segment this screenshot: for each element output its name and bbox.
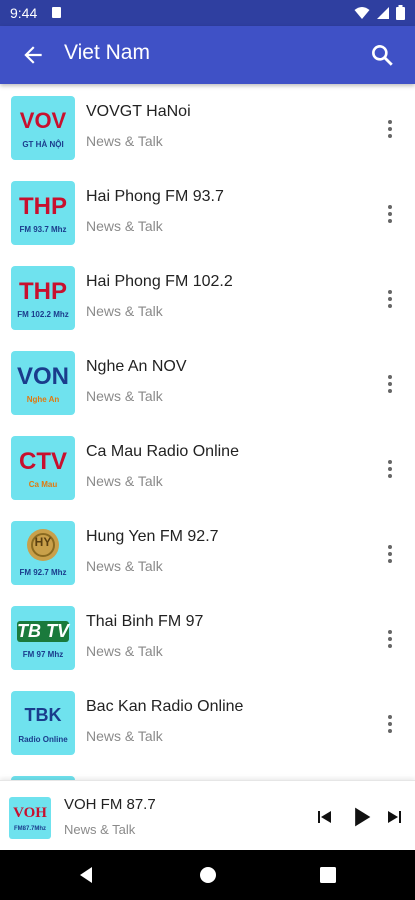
logo-subtext: FM 93.7 Mhz <box>19 225 67 234</box>
station-name: Hung Yen FM 92.7 <box>86 528 219 545</box>
station-row[interactable]: CTV Ca Mau Ca Mau Radio Online News & Ta… <box>0 424 415 509</box>
station-row[interactable]: VON Nghe An Nghe An NOV News & Talk <box>0 339 415 424</box>
station-name: Hai Phong FM 102.2 <box>86 273 233 290</box>
station-row[interactable]: THP FM 102.2 Mhz Hai Phong FM 102.2 News… <box>0 254 415 339</box>
player-logo-subtext: FM87.7Mhz <box>13 826 46 832</box>
station-list: VOV GT HÀ NỘI VOVGT HaNoi News & Talk TH… <box>0 84 415 780</box>
logo-text: HY <box>34 535 52 549</box>
logo-text: TB TV <box>17 621 69 642</box>
wifi-icon <box>354 6 370 19</box>
app-bar: Viet Nam <box>0 26 415 84</box>
station-category: News & Talk <box>86 558 163 574</box>
play-icon[interactable] <box>347 803 375 831</box>
nav-recents-icon[interactable] <box>317 864 339 886</box>
nav-home-icon[interactable] <box>197 864 219 886</box>
sd-card-icon <box>52 7 61 18</box>
logo-subtext: FM 102.2 Mhz <box>17 310 69 319</box>
logo-subtext: Radio Online <box>18 735 68 744</box>
nav-back-icon[interactable] <box>76 864 98 886</box>
logo-text: VON <box>16 363 69 390</box>
page-title: Viet Nam <box>64 41 150 64</box>
signal-icon <box>377 6 389 19</box>
search-icon[interactable] <box>369 42 395 68</box>
station-name: Ca Mau Radio Online <box>86 443 239 460</box>
logo-text: CTV <box>19 448 67 475</box>
station-name: Bac Kan Radio Online <box>86 698 244 715</box>
more-vert-icon[interactable] <box>380 542 400 566</box>
logo-subtext: GT HÀ NỘI <box>22 140 64 149</box>
back-arrow-icon[interactable] <box>20 42 46 68</box>
station-row-partial[interactable] <box>0 764 415 780</box>
skip-previous-icon[interactable] <box>313 805 337 829</box>
station-row[interactable]: TBK Radio Online Bac Kan Radio Online Ne… <box>0 679 415 764</box>
status-bar: 9:44 <box>0 0 415 26</box>
logo-subtext: Ca Mau <box>28 480 58 489</box>
more-vert-icon[interactable] <box>380 287 400 311</box>
station-logo: VON Nghe An <box>11 351 75 415</box>
status-icons <box>354 5 405 20</box>
more-vert-icon[interactable] <box>380 457 400 481</box>
station-name: Thai Binh FM 97 <box>86 613 204 630</box>
station-name: VOVGT HaNoi <box>86 103 191 120</box>
more-vert-icon[interactable] <box>380 712 400 736</box>
skip-next-icon[interactable] <box>382 805 406 829</box>
station-category: News & Talk <box>86 728 163 744</box>
station-row[interactable]: THP FM 93.7 Mhz Hai Phong FM 93.7 News &… <box>0 169 415 254</box>
station-category: News & Talk <box>86 388 163 404</box>
logo-subtext: FM 92.7 Mhz <box>19 568 67 577</box>
station-logo: CTV Ca Mau <box>11 436 75 500</box>
station-category: News & Talk <box>86 643 163 659</box>
player-logo: VOH FM87.7Mhz <box>9 797 51 839</box>
station-logo: THP FM 102.2 Mhz <box>11 266 75 330</box>
player-station-category: News & Talk <box>64 822 136 837</box>
station-row[interactable]: HY FM 92.7 Mhz Hung Yen FM 92.7 News & T… <box>0 509 415 594</box>
station-logo: HY FM 92.7 Mhz <box>11 521 75 585</box>
station-logo: TBK Radio Online <box>11 691 75 755</box>
mini-player[interactable]: VOH FM87.7Mhz VOH FM 87.7 News & Talk <box>0 780 415 850</box>
station-row[interactable]: TB TV FM 97 Mhz Thai Binh FM 97 News & T… <box>0 594 415 679</box>
logo-text: THP <box>19 193 67 220</box>
player-station-name: VOH FM 87.7 <box>64 796 156 813</box>
station-category: News & Talk <box>86 303 163 319</box>
station-logo: TB TV FM 97 Mhz <box>11 606 75 670</box>
system-nav-bar <box>0 850 415 900</box>
station-name: Hai Phong FM 93.7 <box>86 188 224 205</box>
station-row[interactable]: VOV GT HÀ NỘI VOVGT HaNoi News & Talk <box>0 84 415 169</box>
station-category: News & Talk <box>86 218 163 234</box>
logo-subtext: Nghe An <box>26 395 60 404</box>
more-vert-icon[interactable] <box>380 117 400 141</box>
logo-text: THP <box>19 278 67 305</box>
more-vert-icon[interactable] <box>380 627 400 651</box>
station-logo: THP FM 93.7 Mhz <box>11 181 75 245</box>
more-vert-icon[interactable] <box>380 372 400 396</box>
logo-text: TBK <box>24 705 62 725</box>
station-logo: VOV GT HÀ NỘI <box>11 96 75 160</box>
station-category: News & Talk <box>86 133 163 149</box>
more-vert-icon[interactable] <box>380 202 400 226</box>
player-logo-text: VOH <box>13 805 47 821</box>
station-category: News & Talk <box>86 473 163 489</box>
battery-icon <box>396 5 405 20</box>
station-name: Nghe An NOV <box>86 358 187 375</box>
status-time: 9:44 <box>10 5 38 21</box>
logo-subtext: FM 97 Mhz <box>22 650 64 659</box>
logo-text: VOV <box>19 108 67 133</box>
